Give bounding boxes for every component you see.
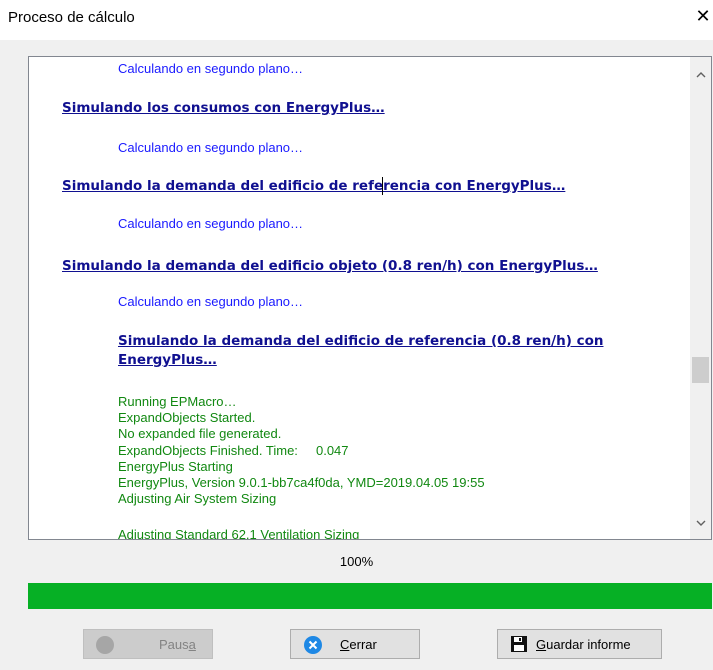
log-heading: Simulando la demanda del edificio objeto… <box>62 258 598 274</box>
log-heading: Simulando la demanda del edificio de ref… <box>62 178 566 194</box>
save-disk-icon <box>511 636 527 655</box>
scrollbar-thumb[interactable] <box>692 357 709 383</box>
title-bar: Proceso de cálculo ✕ <box>0 0 713 40</box>
save-report-button[interactable]: Guardar informe <box>497 629 662 659</box>
output-line: ExpandObjects Started. <box>118 410 256 425</box>
log-panel[interactable]: Calculando en segundo plano… Simulando l… <box>28 56 712 540</box>
output-line: ExpandObjects Finished. Time: 0.047 <box>118 443 349 458</box>
window-title: Proceso de cálculo <box>8 9 135 26</box>
log-heading: Simulando la demanda del edificio de ref… <box>118 333 604 349</box>
log-heading: Simulando los consumos con EnergyPlus… <box>62 100 385 116</box>
chevron-down-icon[interactable] <box>690 512 711 532</box>
log-line: Calculando en segundo plano… <box>118 216 304 231</box>
output-line: Adjusting Air System Sizing <box>118 491 277 506</box>
progress-percent: 100% <box>339 554 374 569</box>
log-line: Calculando en segundo plano… <box>118 140 304 155</box>
vertical-scrollbar[interactable] <box>690 57 711 539</box>
close-label: Cerrar <box>340 637 377 652</box>
progress-fill <box>28 583 712 609</box>
progress-bar <box>28 583 712 609</box>
output-line: EnergyPlus, Version 9.0.1-bb7ca4f0da, YM… <box>118 475 485 490</box>
close-window-icon[interactable]: ✕ <box>693 6 713 27</box>
output-line: Running EPMacro… <box>118 394 237 409</box>
text-cursor <box>382 177 383 195</box>
close-circle-icon <box>303 635 323 658</box>
log-heading: EnergyPlus… <box>118 352 217 368</box>
close-button[interactable]: Cerrar <box>290 629 420 659</box>
log-content: Calculando en segundo plano… Simulando l… <box>29 57 690 539</box>
save-report-label: Guardar informe <box>536 637 631 652</box>
log-line: Calculando en segundo plano… <box>118 61 304 76</box>
pause-circle-icon <box>95 635 115 658</box>
log-line: Calculando en segundo plano… <box>118 294 304 309</box>
output-line: No expanded file generated. <box>118 426 282 441</box>
pause-label: Pausa <box>159 637 196 652</box>
output-line: EnergyPlus Starting <box>118 459 233 474</box>
chevron-up-icon[interactable] <box>690 64 711 84</box>
output-line: Adjusting Standard 62.1 Ventilation Sizi… <box>118 527 360 539</box>
pause-button[interactable]: Pausa <box>83 629 213 659</box>
